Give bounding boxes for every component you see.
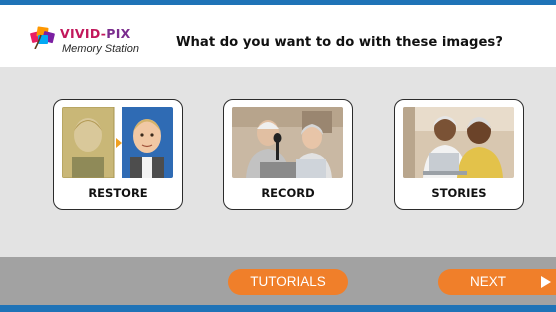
app-logo: VIVID-PIX Memory Station (30, 21, 150, 61)
page-title: What do you want to do with these images… (176, 35, 503, 50)
stories-card[interactable]: STORIES (394, 99, 524, 210)
next-button-label: NEXT (469, 274, 506, 289)
record-seniors-podcast-photo (232, 107, 343, 178)
next-button[interactable]: NEXT (438, 269, 556, 295)
restore-label: RESTORE (88, 186, 148, 200)
logo-brand-pix: PIX (106, 26, 131, 41)
stories-label: STORIES (431, 186, 487, 200)
options-panel: RESTORE RECORD STORIES (0, 67, 556, 257)
record-card[interactable]: RECORD (223, 99, 353, 210)
stories-seniors-laptop-photo (403, 107, 514, 178)
logo-title: VIVID-PIX (60, 26, 131, 41)
photo-stack-icon (30, 26, 55, 49)
footer-bar: TUTORIALS NEXT (0, 257, 556, 305)
restore-card[interactable]: RESTORE (53, 99, 183, 210)
record-label: RECORD (261, 186, 315, 200)
play-arrow-icon (541, 276, 551, 288)
restore-before-after-photo (62, 107, 173, 178)
logo-brand-vivid: VIVID- (60, 26, 107, 41)
bottom-accent-bar (0, 305, 556, 312)
header: VIVID-PIX Memory Station What do you wan… (0, 5, 556, 67)
tutorials-button[interactable]: TUTORIALS (228, 269, 348, 295)
logo-subtitle: Memory Station (62, 43, 140, 55)
